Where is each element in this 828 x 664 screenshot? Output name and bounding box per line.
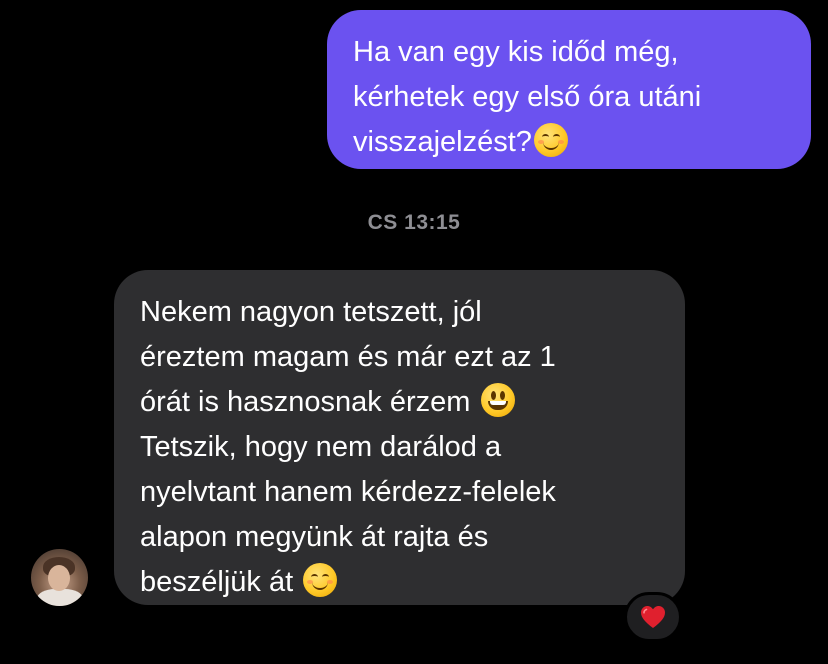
message-line: nyelvtant hanem kérdezz-felelek	[140, 476, 556, 508]
chat-thread: Ha van egy kis időd még, kérhetek egy el…	[0, 0, 828, 664]
message-line: kérhetek egy első óra utáni	[353, 81, 702, 113]
outgoing-message-bubble[interactable]: Ha van egy kis időd még, kérhetek egy el…	[327, 10, 811, 169]
avatar[interactable]	[31, 549, 88, 606]
message-text: beszéljük át	[140, 566, 294, 598]
red-heart-icon	[641, 606, 665, 628]
message-line: beszéljük át	[140, 560, 659, 605]
smiling-face-icon	[303, 563, 338, 597]
message-line: órát is hasznosnak érzem	[140, 380, 659, 425]
message-line: Tetszik, hogy nem darálod a	[140, 431, 502, 463]
message-line: Ha van egy kis időd még,	[353, 36, 679, 68]
incoming-message-bubble[interactable]: Nekem nagyon tetszett, jól éreztem magam…	[114, 270, 685, 605]
message-line: éreztem magam és már ezt az 1	[140, 341, 556, 373]
message-line: alapon megyünk át rajta és	[140, 521, 489, 553]
timestamp-text: CS 13:15	[367, 211, 461, 234]
smiling-face-icon	[533, 123, 568, 157]
message-line: Nekem nagyon tetszett, jól	[140, 296, 482, 328]
grinning-face-icon	[480, 383, 515, 417]
message-text: órát is hasznosnak érzem	[140, 386, 471, 418]
message-timestamp: CS 13:15	[0, 211, 828, 235]
message-reaction[interactable]	[624, 592, 682, 642]
message-text: visszajelzést?	[353, 126, 532, 158]
message-line: visszajelzést?	[353, 120, 785, 165]
